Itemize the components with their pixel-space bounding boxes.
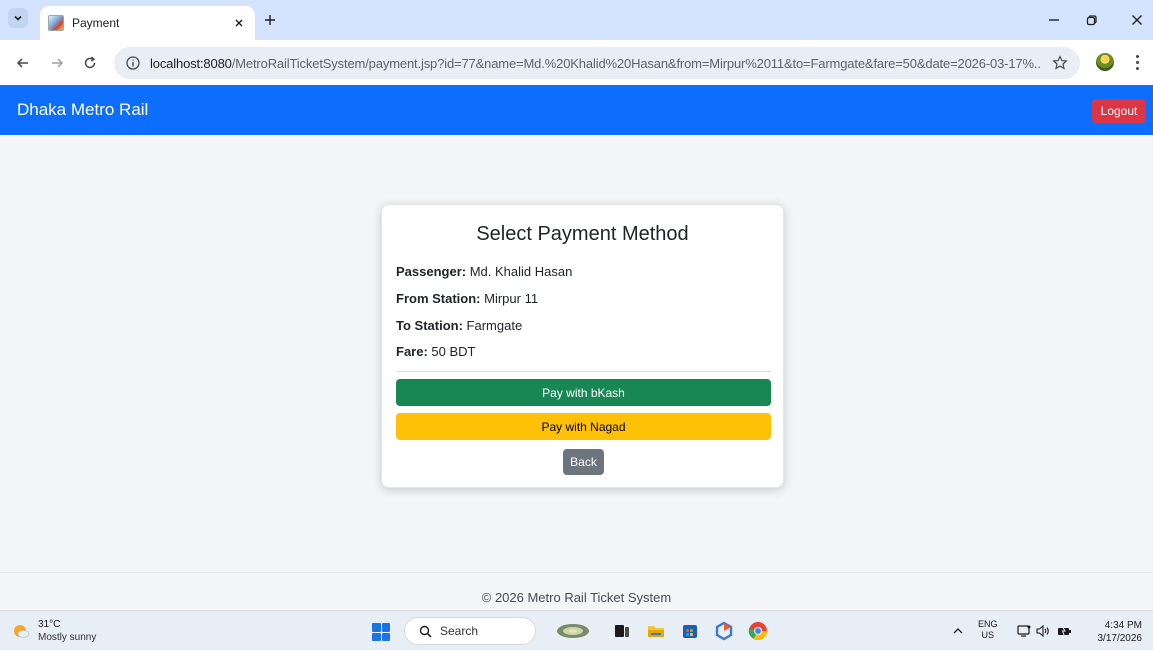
taskbar-search-label: Search (440, 624, 479, 638)
forward-arrow-icon[interactable] (48, 54, 66, 72)
logout-button[interactable]: Logout (1092, 99, 1146, 123)
profile-avatar-icon[interactable] (1096, 53, 1114, 71)
network-icon[interactable] (1016, 623, 1032, 639)
task-view-icon[interactable] (612, 621, 632, 641)
copilot-app-icon[interactable] (714, 621, 734, 641)
minimize-icon[interactable] (1044, 12, 1064, 28)
os-taskbar: 31°C Mostly sunny Search ENG US 4:34 PM … (0, 610, 1153, 650)
store-icon[interactable] (680, 621, 700, 641)
reload-icon[interactable] (81, 54, 99, 72)
browser-menu-icon[interactable] (1134, 53, 1140, 71)
chrome-browser-icon[interactable] (748, 621, 768, 641)
pay-nagad-button[interactable]: Pay with Nagad (396, 413, 771, 440)
window-close-icon[interactable] (1127, 12, 1147, 28)
page-title: Select Payment Method (476, 223, 689, 245)
passenger-value: Md. Khalid Hasan (469, 264, 573, 279)
volume-icon[interactable] (1035, 623, 1051, 639)
passenger-label: Passenger: (396, 264, 467, 279)
clock-date: 3/17/2026 (1097, 633, 1143, 644)
app-navbar: Dhaka Metro Rail Logout (0, 85, 1153, 135)
windows-start-icon[interactable] (372, 623, 390, 641)
address-bar[interactable]: localhost:8080/MetroRailTicketSystem/pay… (114, 47, 1080, 79)
pay-bkash-button[interactable]: Pay with bKash (396, 379, 771, 406)
back-arrow-icon[interactable] (14, 54, 32, 72)
favicon-icon (48, 15, 64, 31)
search-icon (419, 625, 432, 638)
weather-description[interactable]: Mostly sunny (38, 632, 96, 643)
fare-label: Fare: (396, 344, 428, 359)
footer-text: © 2026 Metro Rail Ticket System (481, 590, 672, 605)
bookmark-star-icon[interactable] (1052, 55, 1068, 71)
weather-sun-icon[interactable] (12, 622, 30, 640)
clock-time: 4:34 PM (1104, 620, 1142, 631)
to-station-value: Farmgate (466, 318, 523, 333)
divider (396, 371, 771, 372)
back-button[interactable]: Back (563, 449, 604, 475)
browser-toolbar: localhost:8080/MetroRailTicketSystem/pay… (0, 40, 1153, 85)
tab-close-icon[interactable] (231, 15, 247, 31)
restore-icon[interactable] (1082, 12, 1102, 28)
battery-icon[interactable] (1056, 623, 1072, 639)
cricket-widget-icon[interactable] (556, 621, 590, 641)
url-host: localhost:8080 (150, 55, 232, 71)
from-station-field: From Station: Mirpur 11 (396, 291, 538, 306)
tray-chevron-up-icon[interactable] (952, 625, 964, 637)
language-indicator[interactable]: ENG US (978, 619, 998, 641)
browser-tabstrip: Payment (0, 0, 1153, 40)
footer-divider (0, 572, 1153, 573)
browser-tab-payment[interactable]: Payment (40, 6, 255, 40)
payment-card: Select Payment Method Passenger: Md. Kha… (381, 204, 784, 488)
fare-field: Fare: 50 BDT (396, 344, 476, 359)
url-path: /MetroRailTicketSystem/payment.jsp?id=77… (231, 55, 1040, 71)
passenger-field: Passenger: Md. Khalid Hasan (396, 264, 572, 279)
new-tab-plus-icon[interactable] (262, 12, 278, 28)
site-info-icon[interactable] (126, 56, 140, 70)
region-code: US (981, 630, 995, 640)
tab-search-chevron-icon[interactable] (8, 8, 28, 28)
taskbar-search[interactable]: Search (404, 617, 536, 645)
file-explorer-icon[interactable] (646, 621, 666, 641)
url-text: localhost:8080/MetroRailTicketSystem/pay… (150, 56, 1040, 71)
fare-value: 50 BDT (431, 344, 476, 359)
from-station-value: Mirpur 11 (484, 291, 539, 306)
to-station-label: To Station: (396, 318, 463, 333)
brand-title[interactable]: Dhaka Metro Rail (17, 100, 148, 120)
language-code: ENG (978, 619, 998, 629)
weather-temperature[interactable]: 31°C (38, 619, 60, 630)
tab-title: Payment (72, 16, 120, 30)
system-clock[interactable]: 4:34 PM 3/17/2026 (1090, 619, 1143, 645)
from-station-label: From Station: (396, 291, 481, 306)
to-station-field: To Station: Farmgate (396, 318, 522, 333)
